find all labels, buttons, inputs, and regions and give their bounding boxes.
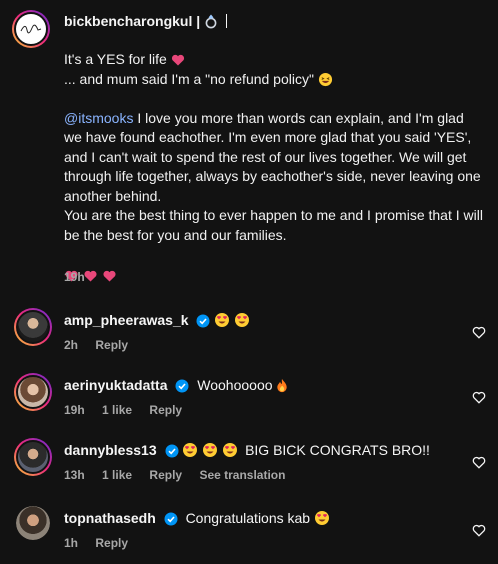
- heart-emoji: [103, 270, 116, 281]
- comment-time: 19h: [64, 403, 85, 417]
- purple-heart-icon: [171, 54, 184, 66]
- heart-eyes-emoji: [314, 511, 329, 525]
- like-heart-icon[interactable]: [472, 391, 486, 404]
- comment-username[interactable]: dannybless13: [64, 442, 157, 458]
- comment-text: Congratulations kab: [185, 510, 311, 526]
- heart-emoji: [84, 270, 97, 281]
- comment-text: Woohooooo: [197, 377, 273, 393]
- signature-logo-icon: [20, 24, 42, 34]
- comment-username[interactable]: topnathasedh: [64, 510, 156, 526]
- reply-button[interactable]: Reply: [149, 403, 182, 417]
- caption-body: It's a YES for life ... and mum said I'm…: [64, 50, 484, 288]
- comment-item: aerinyuktadatta Woohooooo 19h 1 like Rep…: [0, 371, 498, 431]
- verified-badge-icon: [165, 444, 178, 458]
- comment-item: amp_pheerawas_k 2h Reply: [0, 306, 498, 366]
- comment-username[interactable]: aerinyuktadatta: [64, 377, 167, 393]
- comment-avatar[interactable]: [14, 373, 52, 411]
- comment-item: topnathasedh Congratulations kab 1h Repl…: [0, 504, 498, 564]
- comment-username[interactable]: amp_pheerawas_k: [64, 312, 189, 328]
- comment-time: 1h: [64, 536, 79, 550]
- post-time: 19h: [64, 270, 85, 284]
- comment-avatar[interactable]: [14, 308, 52, 346]
- heart-eyes-emoji: [215, 313, 230, 327]
- comment-avatar[interactable]: [14, 438, 52, 476]
- comment-avatar[interactable]: [16, 506, 50, 540]
- caption-hearts: [64, 265, 484, 289]
- verified-badge-icon: [175, 379, 189, 393]
- reply-button[interactable]: Reply: [95, 338, 128, 352]
- comment-likes[interactable]: 1 like: [102, 468, 132, 482]
- reply-button[interactable]: Reply: [149, 468, 182, 482]
- post-header: bickbencharongkul |: [64, 13, 231, 29]
- ring-icon: [205, 14, 217, 29]
- see-translation-link[interactable]: See translation: [199, 468, 285, 482]
- comment-likes[interactable]: 1 like: [102, 403, 132, 417]
- grinning-squint-emoji: [318, 72, 332, 86]
- header-divider: [225, 14, 227, 28]
- comment-item: dannybless13 BIG BICK CONGRATS BRO!! 13h…: [0, 436, 498, 496]
- heart-eyes-emoji: [223, 443, 238, 457]
- caption-line-1: It's a YES for life: [64, 51, 167, 67]
- comment-time: 13h: [64, 468, 85, 482]
- like-heart-icon[interactable]: [472, 524, 486, 537]
- fire-emoji: [277, 378, 288, 393]
- heart-eyes-emoji: [235, 313, 250, 327]
- like-heart-icon[interactable]: [472, 456, 486, 469]
- verified-badge-icon: [164, 512, 178, 526]
- comment-text: BIG BICK CONGRATS BRO!!: [245, 442, 430, 458]
- caption-paragraph-2: You are the best thing to ever happen to…: [64, 207, 483, 243]
- verified-badge-icon: [196, 314, 210, 328]
- like-heart-icon[interactable]: [472, 326, 486, 339]
- caption-line-2: ... and mum said I'm a "no refund policy…: [64, 70, 314, 87]
- username-separator: |: [196, 13, 201, 29]
- post-author-username[interactable]: bickbencharongkul: [64, 13, 192, 29]
- reply-button[interactable]: Reply: [95, 536, 128, 550]
- heart-eyes-emoji: [203, 443, 218, 457]
- mention-link[interactable]: @itsmooks: [64, 110, 133, 126]
- heart-eyes-emoji: [183, 443, 198, 457]
- post-author-avatar[interactable]: [12, 10, 50, 48]
- comment-time: 2h: [64, 338, 79, 352]
